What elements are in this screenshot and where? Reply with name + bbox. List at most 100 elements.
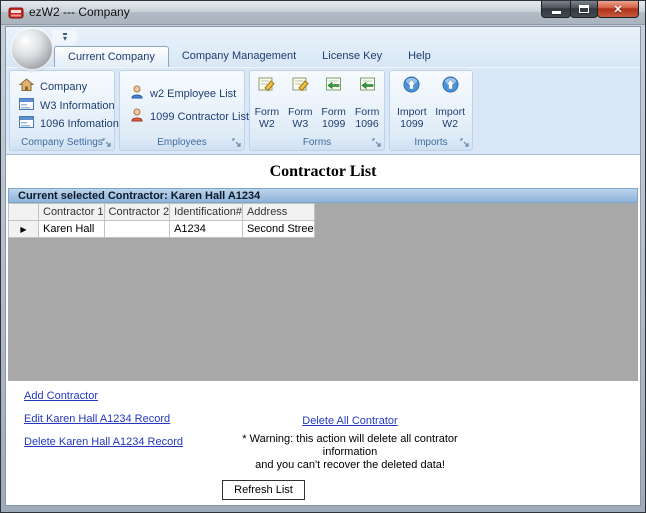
group-title-company-settings: Company Settings [10, 136, 114, 150]
group-title-imports: Imports [390, 136, 472, 150]
ribbon-item-label: Import [435, 106, 465, 118]
ribbon-item-form-w3[interactable]: Form W3 [284, 76, 317, 130]
maximize-button[interactable] [570, 1, 598, 18]
ribbon-item-import-w2[interactable]: Import W2 [434, 76, 467, 130]
ribbon-item-w2-employee-list[interactable]: w2 Employee List [130, 85, 240, 102]
dialog-launcher-icon[interactable] [460, 138, 470, 148]
ribbon: Company W3 Information 1096 Infomation C… [6, 67, 640, 155]
ribbon-tab-strip: Current Company Company Management Licen… [54, 46, 444, 67]
import-icon [442, 76, 459, 96]
warning-line-2: and you can't recover the deleted data! [224, 459, 476, 472]
form-arrows-icon [324, 76, 343, 96]
group-label: Imports [414, 137, 447, 148]
contractor-table: Contractor 1 Contractor 2 Identification… [8, 203, 315, 238]
table-row[interactable]: ▶ Karen Hall A1234 Second Stree [9, 221, 315, 238]
ribbon-item-label: Form [255, 106, 280, 118]
ribbon-item-import-1099[interactable]: Import 1099 [395, 76, 428, 130]
group-title-employees: Employees [120, 136, 244, 150]
group-label: Forms [303, 137, 331, 148]
ribbon-tab-row: ▾ Current Company Company Management Lic… [6, 27, 640, 67]
minimize-button[interactable] [541, 1, 571, 18]
dialog-launcher-icon[interactable] [232, 138, 242, 148]
ribbon-item-label: Form [355, 106, 380, 118]
delete-record-link[interactable]: Delete Karen Hall A1234 Record [24, 436, 183, 448]
row-selector-cell[interactable]: ▶ [9, 221, 39, 238]
grid-background: Contractor 1 Contractor 2 Identification… [8, 203, 638, 381]
ribbon-group-company-settings: Company W3 Information 1096 Infomation C… [9, 70, 115, 151]
form-edit-icon [291, 76, 310, 96]
ribbon-item-form-w2[interactable]: Form W2 [250, 76, 283, 130]
ribbon-item-label: 1099 [322, 118, 345, 130]
minimize-icon [552, 11, 561, 14]
header-contractor2[interactable]: Contractor 2 [104, 204, 170, 221]
page-content: Contractor List Current selected Contrac… [6, 155, 640, 505]
edit-record-link[interactable]: Edit Karen Hall A1234 Record [24, 413, 170, 425]
dialog-launcher-icon[interactable] [372, 138, 382, 148]
company-icon [19, 78, 34, 95]
application-orb-button[interactable] [12, 29, 52, 69]
quick-access-toolbar[interactable]: ▾ [52, 30, 78, 45]
tab-current-company[interactable]: Current Company [54, 46, 169, 67]
window-title: ezW2 --- Company [29, 5, 130, 19]
ribbon-item-label: W3 [292, 118, 308, 130]
person-red-icon [130, 108, 144, 125]
tab-license-key[interactable]: License Key [309, 46, 395, 67]
refresh-list-button[interactable]: Refresh List [222, 480, 305, 500]
title-bar[interactable]: ezW2 --- Company ✕ [1, 1, 645, 25]
ribbon-item-1099-contractor-list[interactable]: 1099 Contractor List [130, 108, 240, 125]
ribbon-item-company[interactable]: Company [19, 78, 110, 95]
header-selector-cell[interactable] [9, 204, 39, 221]
header-contractor1[interactable]: Contractor 1 [39, 204, 105, 221]
tab-help[interactable]: Help [395, 46, 444, 67]
form-window-icon [19, 98, 34, 113]
person-blue-icon [130, 85, 144, 102]
ribbon-item-label: 1099 [400, 118, 423, 130]
group-label: Employees [157, 137, 206, 148]
ribbon-item-label: w2 Employee List [150, 88, 236, 100]
ribbon-group-imports: Import 1099 Import W2 Imports [389, 70, 473, 151]
ribbon-item-label: Form [288, 106, 313, 118]
cell-identification[interactable]: A1234 [170, 221, 243, 238]
ribbon-item-form-1096[interactable]: Form 1096 [351, 76, 384, 130]
close-button[interactable]: ✕ [597, 1, 639, 18]
tab-company-management[interactable]: Company Management [169, 46, 309, 67]
ribbon-item-label: W2 [259, 118, 275, 130]
delete-all-contractor-link[interactable]: Delete All Contrator [302, 415, 397, 427]
delete-all-section: Delete All Contrator * Warning: this act… [224, 411, 476, 472]
ribbon-item-label: 1096 Infomation [40, 118, 119, 130]
ribbon-group-employees: w2 Employee List 1099 Contractor List Em… [119, 70, 245, 151]
import-icon [403, 76, 420, 96]
group-label: Company Settings [21, 137, 103, 148]
ribbon-item-label: Import [397, 106, 427, 118]
ribbon-item-w3-information[interactable]: W3 Information [19, 98, 110, 113]
ribbon-item-label: Company [40, 81, 87, 93]
ribbon-item-form-1099[interactable]: Form 1099 [317, 76, 350, 130]
ribbon-item-label: 1096 [355, 118, 378, 130]
form-window-icon [19, 116, 34, 131]
header-identification[interactable]: Identification# [170, 204, 243, 221]
form-edit-icon [257, 76, 276, 96]
close-icon: ✕ [613, 3, 622, 16]
add-contractor-link[interactable]: Add Contractor [24, 390, 98, 402]
ribbon-group-forms: Form W2 Form W3 Form 1099 [249, 70, 385, 151]
header-address[interactable]: Address [242, 204, 314, 221]
selected-contractor-bar: Current selected Contractor: Karen Hall … [8, 188, 638, 203]
ribbon-item-1096-infomation[interactable]: 1096 Infomation [19, 116, 110, 131]
ribbon-item-label: Form [321, 106, 346, 118]
row-selector-icon: ▶ [20, 225, 26, 234]
client-area: ▾ Current Company Company Management Lic… [5, 26, 641, 506]
ribbon-item-label: 1099 Contractor List [150, 111, 249, 123]
app-window: ezW2 --- Company ✕ ▾ Current Company Com… [0, 0, 646, 513]
cell-contractor1[interactable]: Karen Hall [39, 221, 105, 238]
warning-text: * Warning: this action will delete all c… [224, 433, 476, 472]
dialog-launcher-icon[interactable] [102, 138, 112, 148]
page-title: Contractor List [6, 163, 640, 181]
group-title-forms: Forms [250, 136, 384, 150]
warning-line-1: * Warning: this action will delete all c… [224, 433, 476, 459]
form-arrows-icon [358, 76, 377, 96]
app-icon [8, 5, 24, 21]
table-header-row: Contractor 1 Contractor 2 Identification… [9, 204, 315, 221]
cell-address[interactable]: Second Stree [242, 221, 314, 238]
cell-contractor2[interactable] [104, 221, 170, 238]
window-controls: ✕ [542, 1, 639, 18]
